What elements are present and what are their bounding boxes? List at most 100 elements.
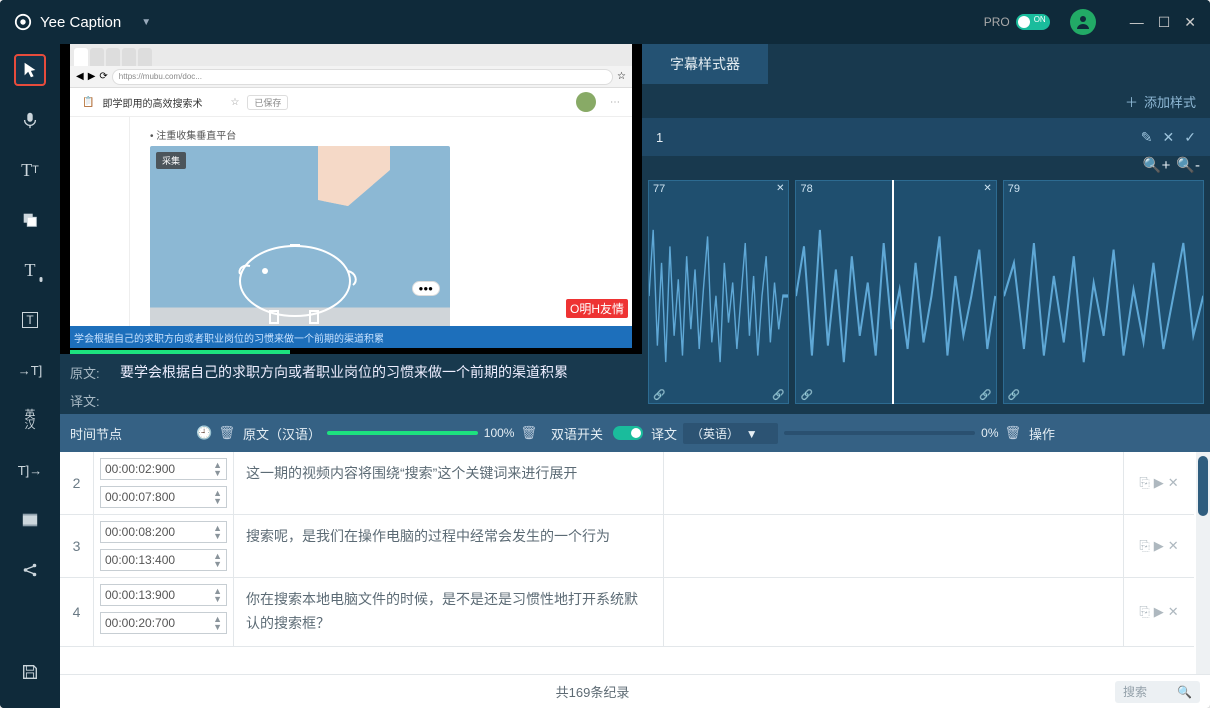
video-preview[interactable]: ◀▶⟳ https://mubu.com/doc... ☆ 📋 即学即用的高效搜… bbox=[60, 44, 642, 354]
scrollbar[interactable] bbox=[1196, 452, 1210, 674]
start-time-input[interactable]: 00:00:02:900▲▼ bbox=[100, 458, 227, 480]
link-icon[interactable]: 🔗 bbox=[979, 390, 991, 401]
tool-cursor[interactable] bbox=[14, 54, 46, 86]
tool-translate[interactable]: 英汉 bbox=[14, 404, 46, 436]
orig-pct: 100% bbox=[484, 426, 515, 440]
link-icon[interactable]: 🔗 bbox=[653, 390, 665, 401]
row-times: 00:00:13:900▲▼ 00:00:20:700▲▼ bbox=[94, 578, 234, 646]
preview-bullet: • 注重收集垂直平台 bbox=[150, 127, 612, 142]
sidebar: TT T T →T] 英汉 T]→ bbox=[0, 44, 60, 708]
titlebar-dropdown-icon[interactable]: ▼ bbox=[141, 17, 151, 28]
column-header: 时间节点 🕘 🗑 原文（汉语） 100% 🗑 双语开关 译文 （英语） ▼ bbox=[60, 414, 1210, 452]
row-orig-text[interactable]: 搜索呢，是我们在操作电脑的过程中经常会发生的一个行为 bbox=[234, 515, 664, 577]
scrollbar-thumb[interactable] bbox=[1198, 456, 1208, 516]
end-time-input[interactable]: 00:00:20:700▲▼ bbox=[100, 612, 227, 634]
tool-layers[interactable] bbox=[14, 204, 46, 236]
row-ops: ⎘ ▶✕ bbox=[1124, 578, 1194, 646]
tool-export-text[interactable]: T]→ bbox=[14, 454, 46, 486]
search-icon: 🔍 bbox=[1177, 685, 1192, 699]
row-trans-text[interactable] bbox=[664, 515, 1124, 577]
table-row[interactable]: 3 00:00:08:200▲▼ 00:00:13:400▲▼ 搜索呢，是我们在操作电… bbox=[60, 515, 1194, 578]
copy-icon[interactable]: ⎘ bbox=[1139, 475, 1149, 491]
row-index: 2 bbox=[60, 452, 94, 514]
start-time-input[interactable]: 00:00:13:900▲▼ bbox=[100, 584, 227, 606]
end-time-input[interactable]: 00:00:07:800▲▼ bbox=[100, 486, 227, 508]
col-trans-label: 译文 bbox=[651, 424, 677, 443]
play-icon[interactable]: ▶ bbox=[1154, 475, 1164, 491]
tool-video[interactable] bbox=[14, 504, 46, 536]
clock-icon[interactable]: 🕘 bbox=[196, 425, 212, 441]
close-button[interactable]: ✕ bbox=[1184, 14, 1196, 31]
waveform-clips[interactable]: 77 ✕ 🔗 🔗 78 ✕ 🔗 🔗 bbox=[648, 180, 1204, 404]
titlebar: Yee Caption ▼ PRO ON — ☐ ✕ bbox=[0, 0, 1210, 44]
orig-label: 原文: bbox=[70, 363, 110, 382]
tab-style-editor[interactable]: 字幕样式器 bbox=[642, 44, 768, 84]
tool-text-box[interactable]: T bbox=[14, 304, 46, 336]
subtitle-table: 2 00:00:02:900▲▼ 00:00:07:800▲▼ 这一期的视频内容将围绕… bbox=[60, 452, 1210, 708]
trash-icon[interactable]: 🗑 bbox=[218, 425, 235, 441]
clip-close-icon[interactable]: ✕ bbox=[776, 183, 784, 194]
add-style-button[interactable]: ＋ 添加样式 bbox=[642, 84, 1210, 118]
pro-toggle[interactable]: ON bbox=[1016, 14, 1050, 30]
delete-icon[interactable]: ✕ bbox=[1163, 129, 1175, 146]
row-orig-text[interactable]: 你在搜索本地电脑文件的时候，是不是还是习惯性地打开系统默认的搜索框？ bbox=[234, 578, 664, 646]
link-icon[interactable]: 🔗 bbox=[1008, 390, 1020, 401]
preview-red-label: O明H友情 bbox=[566, 299, 628, 318]
copy-icon[interactable]: ⎘ bbox=[1139, 604, 1149, 620]
delete-row-icon[interactable]: ✕ bbox=[1168, 538, 1179, 554]
start-time-input[interactable]: 00:00:08:200▲▼ bbox=[100, 521, 227, 543]
minimize-button[interactable]: — bbox=[1130, 14, 1144, 30]
trash-icon[interactable]: 🗑 bbox=[520, 425, 537, 441]
orig-text: 要学会根据自己的求职方向或者职业岗位的习惯来做一个前期的渠道积累 bbox=[120, 362, 568, 382]
playhead[interactable] bbox=[892, 180, 894, 404]
tool-microphone[interactable] bbox=[14, 104, 46, 136]
edit-icon[interactable]: ✎ bbox=[1141, 129, 1153, 146]
link-icon[interactable]: 🔗 bbox=[800, 390, 812, 401]
waveform-clip: 79 🔗 bbox=[1003, 180, 1204, 404]
tool-save[interactable] bbox=[14, 656, 46, 688]
link-icon[interactable]: 🔗 bbox=[772, 390, 784, 401]
confirm-icon[interactable]: ✓ bbox=[1184, 129, 1196, 146]
delete-row-icon[interactable]: ✕ bbox=[1168, 604, 1179, 620]
tool-text-mic[interactable]: T bbox=[14, 254, 46, 286]
app-body: TT T T →T] 英汉 T]→ bbox=[0, 44, 1210, 708]
zoom-out-icon[interactable]: 🔍- bbox=[1176, 156, 1200, 174]
preview-taskbar: 学会根据自己的求职方向或者职业岗位的习惯来做一个前期的渠道积累 bbox=[70, 326, 632, 348]
table-row[interactable]: 400:00:13:900▲▼00:00:20:700▲▼你在搜索本地电脑文件的… bbox=[60, 578, 1194, 647]
table-row[interactable]: 2 00:00:02:900▲▼ 00:00:07:800▲▼ 这一期的视频内容将围绕… bbox=[60, 452, 1194, 515]
trans-pct: 0% bbox=[981, 426, 998, 440]
play-icon[interactable]: ▶ bbox=[1154, 538, 1164, 554]
row-times: 00:00:02:900▲▼ 00:00:07:800▲▼ bbox=[94, 452, 234, 514]
bilingual-toggle[interactable] bbox=[613, 426, 643, 440]
col-orig-label: 原文（汉语） bbox=[243, 424, 321, 443]
zoom-in-icon[interactable]: 🔍+ bbox=[1143, 156, 1170, 174]
tool-import-text[interactable]: →T] bbox=[14, 354, 46, 386]
user-avatar[interactable] bbox=[1070, 9, 1096, 35]
waveform-clip: 77 ✕ 🔗 🔗 bbox=[648, 180, 789, 404]
play-icon[interactable]: ▶ bbox=[1154, 604, 1164, 620]
clip-close-icon[interactable]: ✕ bbox=[983, 183, 991, 194]
trash-icon[interactable]: 🗑 bbox=[1004, 425, 1021, 441]
row-index: 3 bbox=[60, 515, 94, 577]
tool-text[interactable]: TT bbox=[14, 154, 46, 186]
preview-image: 采集 ●●● bbox=[150, 146, 450, 336]
row-ops: ⎘ ▶✕ bbox=[1124, 515, 1194, 577]
maximize-button[interactable]: ☐ bbox=[1158, 14, 1171, 31]
row-trans-text[interactable] bbox=[664, 578, 1124, 646]
row-orig-text[interactable]: 这一期的视频内容将围绕“搜索”这个关键词来进行展开 bbox=[234, 452, 664, 514]
delete-row-icon[interactable]: ✕ bbox=[1168, 475, 1179, 491]
upper-panel: ◀▶⟳ https://mubu.com/doc... ☆ 📋 即学即用的高效搜… bbox=[60, 44, 1210, 414]
copy-icon[interactable]: ⎘ bbox=[1139, 538, 1149, 554]
plus-icon: ＋ bbox=[1125, 92, 1138, 111]
row-ops: ⎘ ▶✕ bbox=[1124, 452, 1194, 514]
app-title: Yee Caption bbox=[40, 14, 121, 31]
preview-text-panel: 原文: 要学会根据自己的求职方向或者职业岗位的习惯来做一个前期的渠道积累 译文: bbox=[60, 354, 642, 414]
preview-saved-badge: 已保存 bbox=[247, 95, 288, 110]
row-trans-text[interactable] bbox=[664, 452, 1124, 514]
tool-share[interactable] bbox=[14, 554, 46, 586]
lang-select[interactable]: （英语） ▼ bbox=[683, 423, 778, 444]
search-input[interactable]: 搜索 🔍 bbox=[1115, 681, 1200, 703]
end-time-input[interactable]: 00:00:13:400▲▼ bbox=[100, 549, 227, 571]
col-time-label: 时间节点 bbox=[70, 424, 122, 443]
style-item[interactable]: 1 ✎ ✕ ✓ bbox=[642, 118, 1210, 156]
